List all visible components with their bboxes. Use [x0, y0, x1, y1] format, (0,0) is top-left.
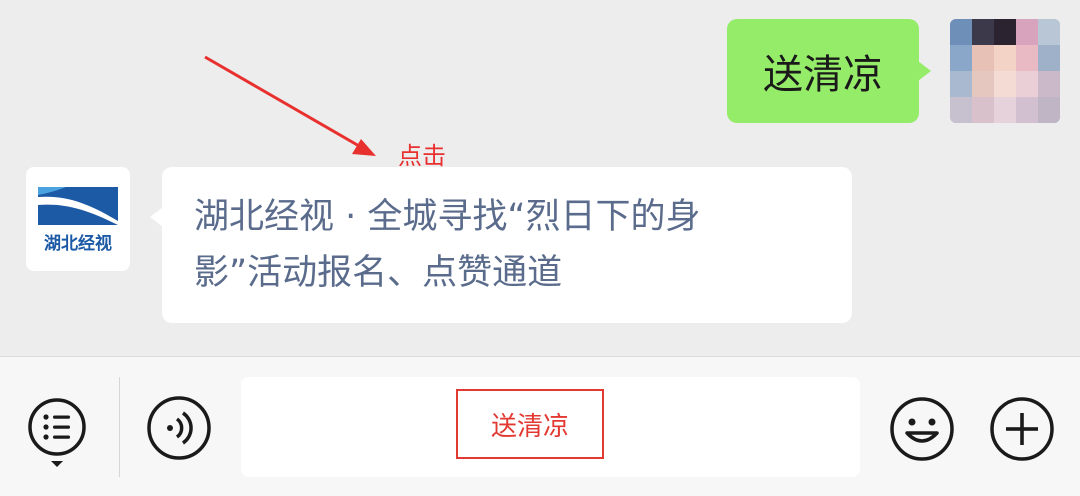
- menu-list-icon: [28, 398, 86, 467]
- emoji-button[interactable]: [888, 395, 956, 463]
- voice-button[interactable]: [146, 395, 212, 461]
- message-input[interactable]: 送清凉: [241, 377, 860, 477]
- official-account-logo-text: 湖北经视: [44, 234, 112, 254]
- chat-area: 送清凉 点击 湖北经视 湖北经视 · 全城寻找“烈日下的身 影”活动报名、点赞通…: [0, 0, 1080, 356]
- more-button[interactable]: [988, 395, 1056, 463]
- official-account-avatar[interactable]: 湖北经视: [26, 167, 130, 271]
- chat-input-toolbar: 送清凉: [0, 356, 1080, 496]
- incoming-message-line-2: 影”活动报名、点赞通道: [194, 253, 563, 293]
- incoming-link-message[interactable]: 湖北经视 · 全城寻找“烈日下的身 影”活动报名、点赞通道: [150, 167, 852, 323]
- annotation-label: 点击: [398, 142, 446, 170]
- voice-icon: [147, 396, 211, 460]
- toolbar-divider: [119, 377, 120, 477]
- message-input-value: 送清凉: [456, 389, 604, 459]
- emoji-smile-icon: [890, 397, 954, 461]
- plus-icon: [990, 397, 1054, 461]
- incoming-message-line-1: 湖北经视 · 全城寻找“烈日下的身: [194, 197, 701, 237]
- hubei-tv-logo-icon: [38, 187, 118, 225]
- menu-button[interactable]: [26, 395, 88, 475]
